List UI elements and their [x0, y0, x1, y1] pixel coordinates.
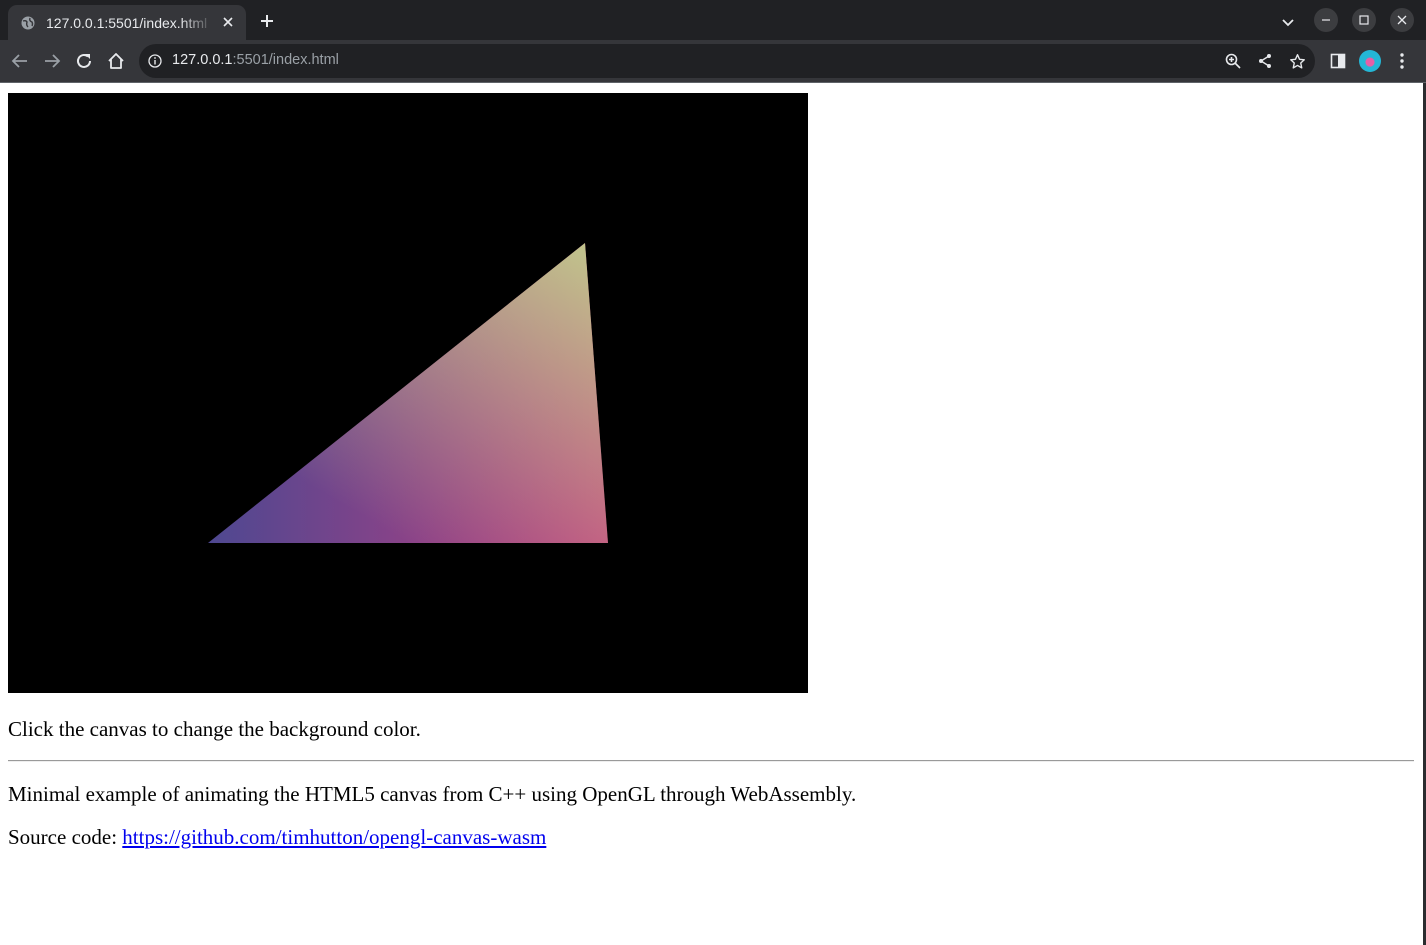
canvas-instruction: Click the canvas to change the backgroun…	[8, 717, 421, 741]
share-icon[interactable]	[1255, 51, 1275, 71]
avatar	[1359, 50, 1381, 72]
info-icon[interactable]	[147, 53, 163, 69]
plus-icon[interactable]	[256, 10, 278, 32]
url-text[interactable]: 127.0.0.1:5501/index.html	[172, 52, 339, 68]
browser-tab[interactable]: 127.0.0.1:5501/index.html	[8, 5, 246, 40]
tab-title: 127.0.0.1:5501/index.html	[46, 14, 208, 31]
source-label: Source code:	[8, 825, 123, 849]
triangle-shading	[208, 243, 608, 543]
address-bar[interactable]: 127.0.0.1:5501/index.html	[139, 44, 1315, 78]
url-host: 127.0.0.1	[172, 52, 233, 68]
forward-arrow-icon[interactable]	[40, 49, 64, 73]
description-text: Minimal example of animating the HTML5 c…	[8, 782, 857, 806]
side-panel-icon[interactable]	[1326, 49, 1350, 73]
horizontal-rule	[8, 760, 1414, 762]
star-icon[interactable]	[1287, 51, 1307, 71]
kebab-menu-icon[interactable]	[1390, 49, 1414, 73]
home-icon[interactable]	[104, 49, 128, 73]
profile-avatar[interactable]	[1358, 49, 1382, 73]
minimize-icon[interactable]	[1314, 8, 1338, 32]
url-path: :5501/index.html	[232, 52, 339, 68]
triangle-render	[208, 243, 608, 543]
source-code-line: Source code: https://github.com/timhutto…	[8, 825, 546, 850]
close-icon[interactable]	[220, 14, 236, 30]
close-icon[interactable]	[1390, 8, 1414, 32]
tab-strip: 127.0.0.1:5501/index.html	[0, 0, 1426, 40]
chevron-down-icon[interactable]	[1277, 11, 1299, 33]
back-arrow-icon[interactable]	[8, 49, 32, 73]
reload-icon[interactable]	[72, 49, 96, 73]
zoom-icon[interactable]	[1223, 51, 1243, 71]
maximize-icon[interactable]	[1352, 8, 1376, 32]
page-content: Click the canvas to change the backgroun…	[0, 83, 1423, 945]
webgl-canvas[interactable]	[8, 93, 808, 693]
source-code-link[interactable]: https://github.com/timhutton/opengl-canv…	[122, 825, 546, 849]
browser-toolbar: 127.0.0.1:5501/index.html	[0, 40, 1426, 82]
globe-icon	[20, 15, 36, 31]
